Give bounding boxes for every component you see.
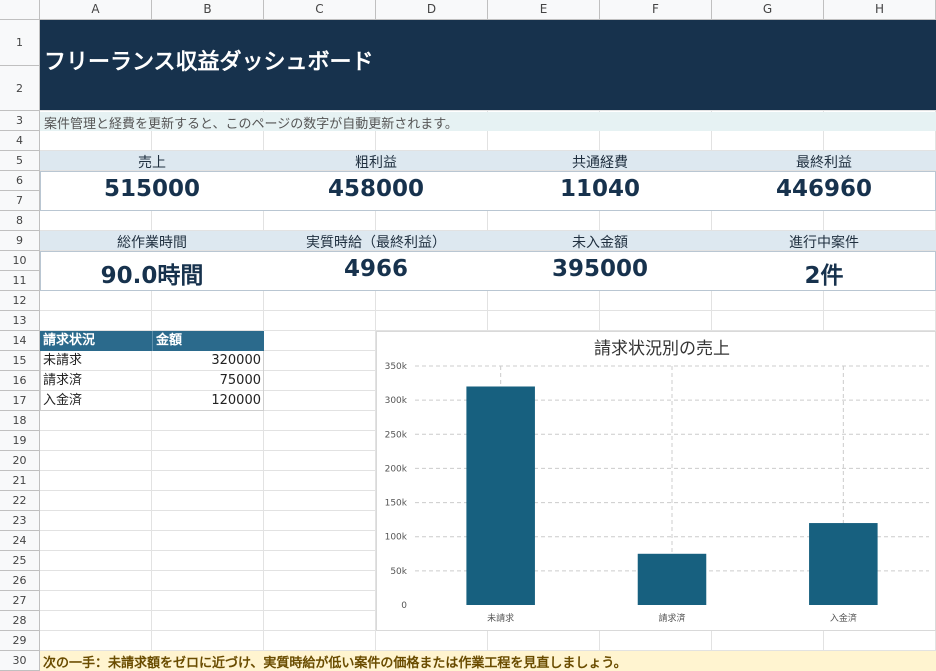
row-header[interactable]: 20 bbox=[0, 451, 40, 471]
row-header[interactable]: 29 bbox=[0, 631, 40, 651]
row-header[interactable]: 27 bbox=[0, 591, 40, 611]
select-all-corner[interactable] bbox=[0, 0, 40, 20]
row-header[interactable]: 23 bbox=[0, 511, 40, 531]
table-cell-status[interactable]: 未請求 bbox=[43, 351, 82, 371]
kpi-value-effective-hourly[interactable]: 4966 bbox=[264, 256, 488, 282]
y-tick-label: 50k bbox=[390, 567, 407, 577]
grid-line bbox=[40, 110, 936, 111]
row-header[interactable]: 26 bbox=[0, 571, 40, 591]
row-header[interactable]: 6 bbox=[0, 171, 40, 191]
bar bbox=[466, 386, 535, 605]
kpi-label-unpaid-amount[interactable]: 未入金額 bbox=[488, 232, 712, 252]
column-header[interactable]: C bbox=[264, 0, 376, 20]
table-header-status[interactable]: 請求状況 bbox=[40, 331, 152, 351]
kpi-label-gross-profit[interactable]: 粗利益 bbox=[264, 152, 488, 172]
kpi-value-gross-profit[interactable]: 458000 bbox=[264, 176, 488, 202]
dashboard-subtitle[interactable]: 案件管理と経費を更新すると、このページの数字が自動更新されます。 bbox=[44, 113, 458, 132]
row-header[interactable]: 8 bbox=[0, 211, 40, 231]
row-header[interactable]: 25 bbox=[0, 551, 40, 571]
table-cell-status[interactable]: 請求済 bbox=[43, 371, 82, 391]
row-header[interactable]: 1 bbox=[0, 20, 40, 66]
y-tick-label: 100k bbox=[385, 533, 408, 543]
kpi-label-effective-hourly[interactable]: 実質時給（最終利益） bbox=[264, 232, 488, 252]
kpi-value-common-expenses[interactable]: 11040 bbox=[488, 176, 712, 202]
x-tick-label: 請求済 bbox=[658, 612, 685, 624]
kpi-label-active-projects[interactable]: 進行中案件 bbox=[712, 232, 936, 252]
row-header[interactable]: 13 bbox=[0, 311, 40, 331]
chart-title: 請求状況別の売上 bbox=[594, 339, 730, 359]
row-header[interactable]: 21 bbox=[0, 471, 40, 491]
row-header[interactable]: 15 bbox=[0, 351, 40, 371]
table-header-amount[interactable]: 金額 bbox=[152, 331, 264, 351]
y-tick-label: 350k bbox=[385, 362, 408, 372]
row-header[interactable]: 24 bbox=[0, 531, 40, 551]
column-header[interactable]: D bbox=[376, 0, 488, 20]
row-header[interactable]: 12 bbox=[0, 291, 40, 311]
table-cell-amount[interactable]: 320000 bbox=[152, 351, 261, 371]
y-tick-label: 250k bbox=[385, 430, 408, 440]
row-header[interactable]: 30 bbox=[0, 651, 40, 671]
column-header[interactable]: F bbox=[600, 0, 712, 20]
row-header[interactable]: 10 bbox=[0, 251, 40, 271]
row-header[interactable]: 5 bbox=[0, 151, 40, 171]
kpi-value-active-projects[interactable]: 2件 bbox=[712, 256, 936, 290]
kpi-label-sales[interactable]: 売上 bbox=[40, 152, 264, 172]
row-header[interactable]: 14 bbox=[0, 331, 40, 351]
grid-line bbox=[40, 310, 936, 311]
y-tick-label: 0 bbox=[401, 601, 407, 611]
y-tick-label: 200k bbox=[385, 464, 408, 474]
column-header[interactable]: B bbox=[152, 0, 264, 20]
bar bbox=[809, 523, 878, 605]
billing-status-chart[interactable]: 請求状況別の売上 0 50k 100k 150k 200k 250k 300k 350k 未請求 請… bbox=[376, 331, 936, 631]
row-header[interactable]: 18 bbox=[0, 411, 40, 431]
kpi-value-sales[interactable]: 515000 bbox=[40, 176, 264, 202]
row-header[interactable]: 28 bbox=[0, 611, 40, 631]
kpi-label-net-profit[interactable]: 最終利益 bbox=[712, 152, 936, 172]
kpi-label-common-expenses[interactable]: 共通経費 bbox=[488, 152, 712, 172]
kpi-label-total-hours[interactable]: 総作業時間 bbox=[40, 232, 264, 252]
kpi-value-net-profit[interactable]: 446960 bbox=[712, 176, 936, 202]
column-header[interactable]: E bbox=[488, 0, 600, 20]
row-header[interactable]: 11 bbox=[0, 271, 40, 291]
column-header[interactable]: A bbox=[40, 0, 152, 20]
row-header[interactable]: 19 bbox=[0, 431, 40, 451]
table-cell-status[interactable]: 入金済 bbox=[43, 391, 82, 411]
row-header[interactable]: 7 bbox=[0, 191, 40, 211]
next-step-note[interactable]: 次の一手：未請求額をゼロに近づけ、実質時給が低い案件の価格または作業工程を見直し… bbox=[43, 652, 627, 671]
row-header[interactable]: 9 bbox=[0, 231, 40, 251]
row-header[interactable]: 17 bbox=[0, 391, 40, 411]
dashboard-title: フリーランス収益ダッシュボード bbox=[44, 50, 374, 75]
table-cell-amount[interactable]: 120000 bbox=[152, 391, 261, 411]
y-tick-label: 300k bbox=[385, 396, 408, 406]
y-tick-label: 150k bbox=[385, 499, 408, 509]
column-header[interactable]: G bbox=[712, 0, 824, 20]
column-header[interactable]: H bbox=[824, 0, 936, 20]
row-header[interactable]: 16 bbox=[0, 371, 40, 391]
row-header[interactable]: 2 bbox=[0, 66, 40, 111]
x-tick-label: 未請求 bbox=[487, 612, 514, 624]
row-header[interactable]: 4 bbox=[0, 131, 40, 151]
x-tick-label: 入金済 bbox=[830, 612, 857, 624]
row-header[interactable]: 22 bbox=[0, 491, 40, 511]
chart-svg: 請求状況別の売上 0 50k 100k 150k 200k 250k 300k 350k 未請求 請… bbox=[385, 339, 929, 624]
bar bbox=[637, 553, 707, 605]
kpi-value-total-hours[interactable]: 90.0時間 bbox=[40, 256, 264, 290]
kpi-value-unpaid-amount[interactable]: 395000 bbox=[488, 256, 712, 282]
row-header[interactable]: 3 bbox=[0, 111, 40, 131]
table-cell-amount[interactable]: 75000 bbox=[152, 371, 261, 391]
